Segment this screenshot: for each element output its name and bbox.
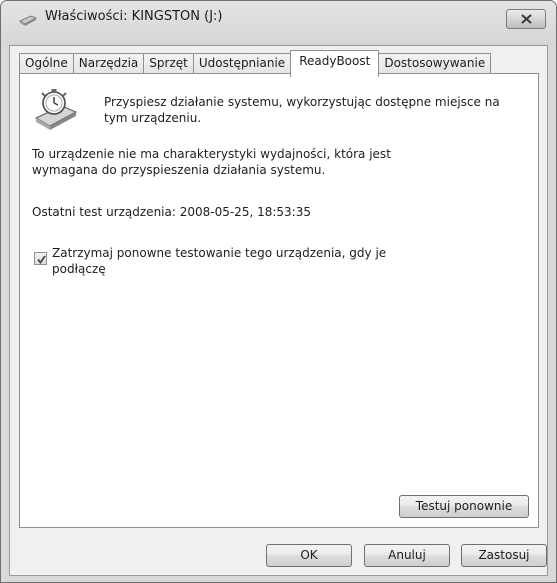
device-status-message: To urządzenie nie ma charakterystyki wyd… (32, 147, 391, 177)
stop-retesting-label[interactable]: Zatrzymaj ponowne testowanie tego urządz… (52, 245, 412, 277)
tab-readyboost[interactable]: ReadyBoost (290, 50, 380, 77)
readyboost-intro: Przyspiesz działanie systemu, wykorzystu… (104, 95, 500, 125)
tab-strip: Ogólne Narzędzia Sprzęt Udostępnianie Re… (19, 50, 492, 77)
window-title: Właściwości: KINGSTON (J:) (45, 9, 223, 24)
properties-dialog: Właściwości: KINGSTON (J:) Ogólne Narzęd… (0, 0, 557, 583)
checkmark-icon (37, 255, 46, 264)
retest-button[interactable]: Testuj ponownie (399, 495, 529, 518)
cancel-button[interactable]: Anuluj (364, 544, 450, 567)
ok-button[interactable]: OK (266, 544, 352, 567)
readyboost-panel: Przyspiesz działanie systemu, wykorzystu… (19, 73, 539, 528)
usb-drive-icon (19, 14, 37, 26)
last-test-timestamp: Ostatni test urządzenia: 2008-05-25, 18:… (32, 205, 311, 219)
close-button[interactable] (506, 9, 546, 29)
close-icon (521, 14, 532, 24)
apply-button[interactable]: Zastosuj (461, 544, 547, 567)
title-bar[interactable]: Właściwości: KINGSTON (J:) (1, 1, 556, 45)
readyboost-stopwatch-icon (32, 88, 80, 135)
stop-retesting-checkbox[interactable] (34, 252, 47, 265)
